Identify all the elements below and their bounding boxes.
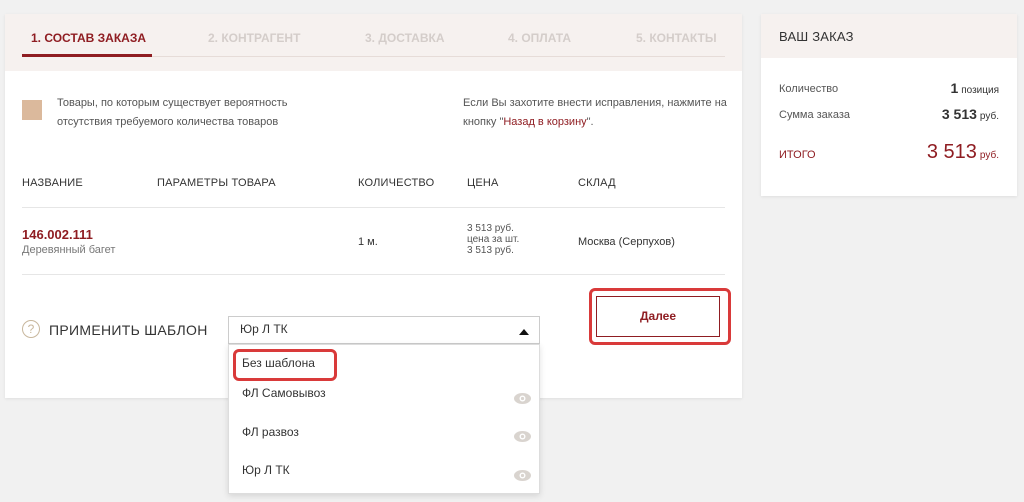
tab-payment[interactable]: 4. ОПЛАТА: [508, 31, 571, 45]
summary-quantity-label: Количество: [779, 83, 839, 95]
caret-up-icon: [519, 329, 529, 335]
next-button[interactable]: Далее: [596, 296, 720, 337]
column-header-quantity: КОЛИЧЕСТВО: [358, 177, 435, 189]
column-header-price: ЦЕНА: [467, 177, 499, 189]
product-stock: Москва (Серпухов): [578, 236, 675, 248]
price-unit-label: цена за шт.: [467, 234, 520, 245]
order-summary-header: ВАШ ЗАКАЗ: [761, 14, 1017, 58]
column-header-params: ПАРАМЕТРЫ ТОВАРА: [157, 177, 276, 189]
summary-total-unit: руб.: [979, 150, 999, 161]
order-summary-title: ВАШ ЗАКАЗ: [779, 29, 854, 44]
tab-order-contents[interactable]: 1. СОСТАВ ЗАКАЗА: [31, 31, 146, 45]
back-to-cart-link[interactable]: Назад в корзину: [503, 116, 586, 128]
product-code-link[interactable]: 146.002.111: [22, 227, 93, 242]
summary-sum-unit: руб.: [979, 111, 999, 122]
summary-quantity-value: 1 позиция: [950, 80, 999, 96]
product-quantity: 1 м.: [358, 236, 378, 248]
order-summary-panel: ВАШ ЗАКАЗ Количество 1 позиция Сумма зака…: [761, 14, 1017, 196]
summary-total-label: ИТОГО: [779, 149, 816, 161]
apply-template-label: ПРИМЕНИТЬ ШАБЛОН: [49, 322, 208, 338]
tab-contacts[interactable]: 5. КОНТАКТЫ: [636, 31, 717, 45]
eye-icon[interactable]: [514, 470, 531, 481]
active-tab-indicator: [22, 54, 152, 57]
checkout-steps: 1. СОСТАВ ЗАКАЗА 2. КОНТРАГЕНТ 3. ДОСТАВ…: [5, 14, 742, 71]
table-divider-top: [22, 207, 725, 208]
summary-total-number: 3 513: [926, 141, 977, 163]
help-icon[interactable]: ?: [22, 320, 40, 338]
price-unit-value: 3 513 руб.: [467, 245, 514, 256]
dropdown-item-legal-tk[interactable]: Юр Л ТК: [242, 463, 290, 477]
product-name: Деревянный багет: [22, 244, 116, 256]
column-header-stock: СКЛАД: [578, 177, 616, 189]
tab-delivery[interactable]: 3. ДОСТАВКА: [365, 31, 445, 45]
summary-sum-number: 3 513: [941, 106, 977, 122]
summary-quantity-unit: позиция: [961, 85, 999, 96]
template-select-value: Юр Л ТК: [240, 322, 288, 336]
dropdown-item-no-template[interactable]: Без шаблона: [242, 356, 315, 370]
product-price: 3 513 руб. цена за шт. 3 513 руб.: [467, 223, 519, 256]
summary-sum-value: 3 513 руб.: [942, 106, 999, 122]
availability-legend-text: Товары, по которым существует вероятност…: [57, 97, 288, 128]
edit-notice: Если Вы захотите внести исправления, наж…: [463, 94, 733, 132]
edit-notice-end: ".: [586, 116, 594, 128]
tab-counterparty[interactable]: 2. КОНТРАГЕНТ: [208, 31, 300, 45]
dropdown-item-delivery[interactable]: ФЛ развоз: [242, 425, 299, 439]
price-total: 3 513 руб.: [467, 223, 514, 234]
dropdown-item-pickup[interactable]: ФЛ Самовывоз: [242, 386, 326, 400]
availability-legend-swatch: [22, 100, 42, 120]
summary-total-value: 3 513 руб.: [927, 141, 999, 164]
column-header-name: НАЗВАНИЕ: [22, 177, 83, 189]
eye-icon[interactable]: [514, 431, 531, 442]
eye-icon[interactable]: [514, 393, 531, 404]
table-divider-bottom: [22, 274, 725, 275]
summary-sum-label: Сумма заказа: [779, 109, 850, 121]
summary-quantity-number: 1: [950, 80, 959, 96]
template-select[interactable]: Юр Л ТК: [228, 316, 540, 344]
template-dropdown: Без шаблона ФЛ Самовывоз ФЛ развоз Юр Л …: [228, 344, 540, 494]
